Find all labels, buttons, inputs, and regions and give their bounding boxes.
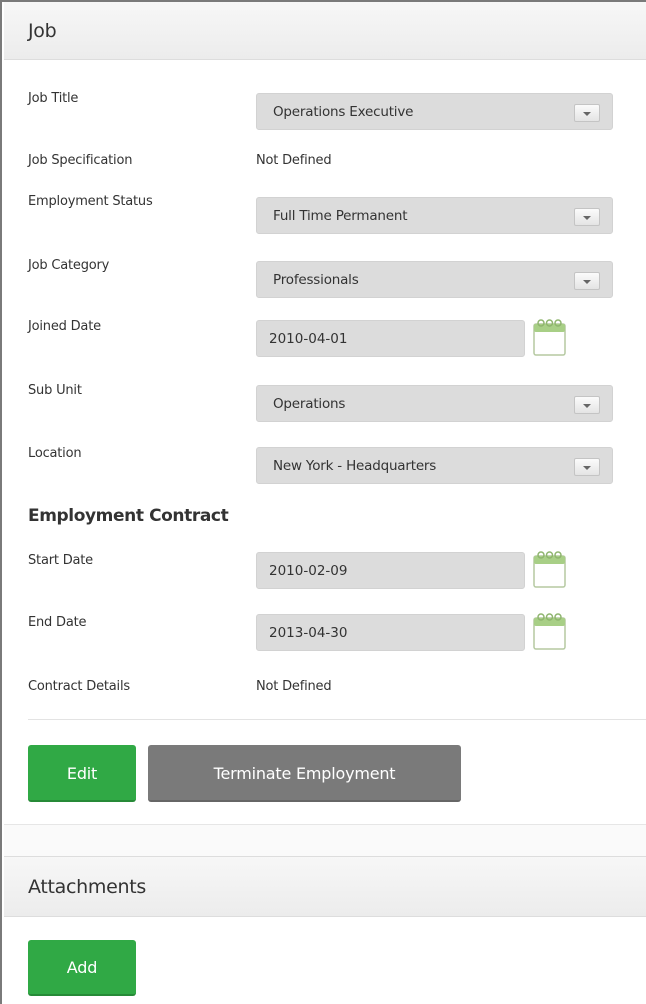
calendar-icon[interactable] bbox=[533, 612, 566, 650]
job-panel-header: Job bbox=[4, 2, 646, 60]
location-value: New York - Headquarters bbox=[273, 458, 437, 474]
start-date-label: Start Date bbox=[28, 553, 93, 568]
location-select[interactable]: New York - Headquarters bbox=[256, 447, 613, 484]
calendar-icon[interactable] bbox=[533, 550, 566, 588]
form-divider bbox=[28, 719, 646, 720]
end-date-input[interactable]: 2013-04-30 bbox=[256, 614, 525, 651]
job-panel-title: Job bbox=[28, 20, 57, 42]
job-title-value: Operations Executive bbox=[273, 104, 414, 120]
employment-status-label: Employment Status bbox=[28, 194, 153, 209]
chevron-down-icon[interactable] bbox=[574, 208, 600, 226]
chevron-down-icon[interactable] bbox=[574, 458, 600, 476]
edit-button[interactable]: Edit bbox=[28, 745, 136, 802]
job-details-page: Job Job Title Operations Executive Job S… bbox=[0, 0, 646, 1004]
end-date-label: End Date bbox=[28, 615, 87, 630]
chevron-down-icon[interactable] bbox=[574, 272, 600, 290]
contract-details-label: Contract Details bbox=[28, 679, 130, 694]
job-category-label: Job Category bbox=[28, 258, 110, 273]
attachments-panel-header: Attachments bbox=[4, 856, 646, 917]
job-category-select[interactable]: Professionals bbox=[256, 261, 613, 298]
sub-unit-label: Sub Unit bbox=[28, 383, 82, 398]
start-date-value: 2010-02-09 bbox=[269, 563, 348, 579]
joined-date-value: 2010-04-01 bbox=[269, 331, 348, 347]
sub-unit-value: Operations bbox=[273, 396, 346, 412]
panel-separator bbox=[4, 824, 646, 857]
calendar-icon[interactable] bbox=[533, 318, 566, 356]
joined-date-label: Joined Date bbox=[28, 319, 101, 334]
chevron-down-icon[interactable] bbox=[574, 104, 600, 122]
job-specification-label: Job Specification bbox=[28, 153, 133, 168]
add-attachment-button[interactable]: Add bbox=[28, 940, 136, 996]
job-specification-value: Not Defined bbox=[256, 153, 332, 168]
job-title-select[interactable]: Operations Executive bbox=[256, 93, 613, 130]
job-title-label: Job Title bbox=[28, 91, 79, 106]
joined-date-input[interactable]: 2010-04-01 bbox=[256, 320, 525, 357]
end-date-value: 2013-04-30 bbox=[269, 625, 348, 641]
chevron-down-icon[interactable] bbox=[574, 396, 600, 414]
employment-contract-heading: Employment Contract bbox=[28, 506, 229, 526]
attachments-panel-title: Attachments bbox=[28, 876, 146, 898]
terminate-employment-button[interactable]: Terminate Employment bbox=[148, 745, 461, 802]
job-category-value: Professionals bbox=[273, 272, 359, 288]
employment-status-value: Full Time Permanent bbox=[273, 208, 408, 224]
start-date-input[interactable]: 2010-02-09 bbox=[256, 552, 525, 589]
location-label: Location bbox=[28, 446, 82, 461]
sub-unit-select[interactable]: Operations bbox=[256, 385, 613, 422]
contract-details-value: Not Defined bbox=[256, 679, 332, 694]
employment-status-select[interactable]: Full Time Permanent bbox=[256, 197, 613, 234]
